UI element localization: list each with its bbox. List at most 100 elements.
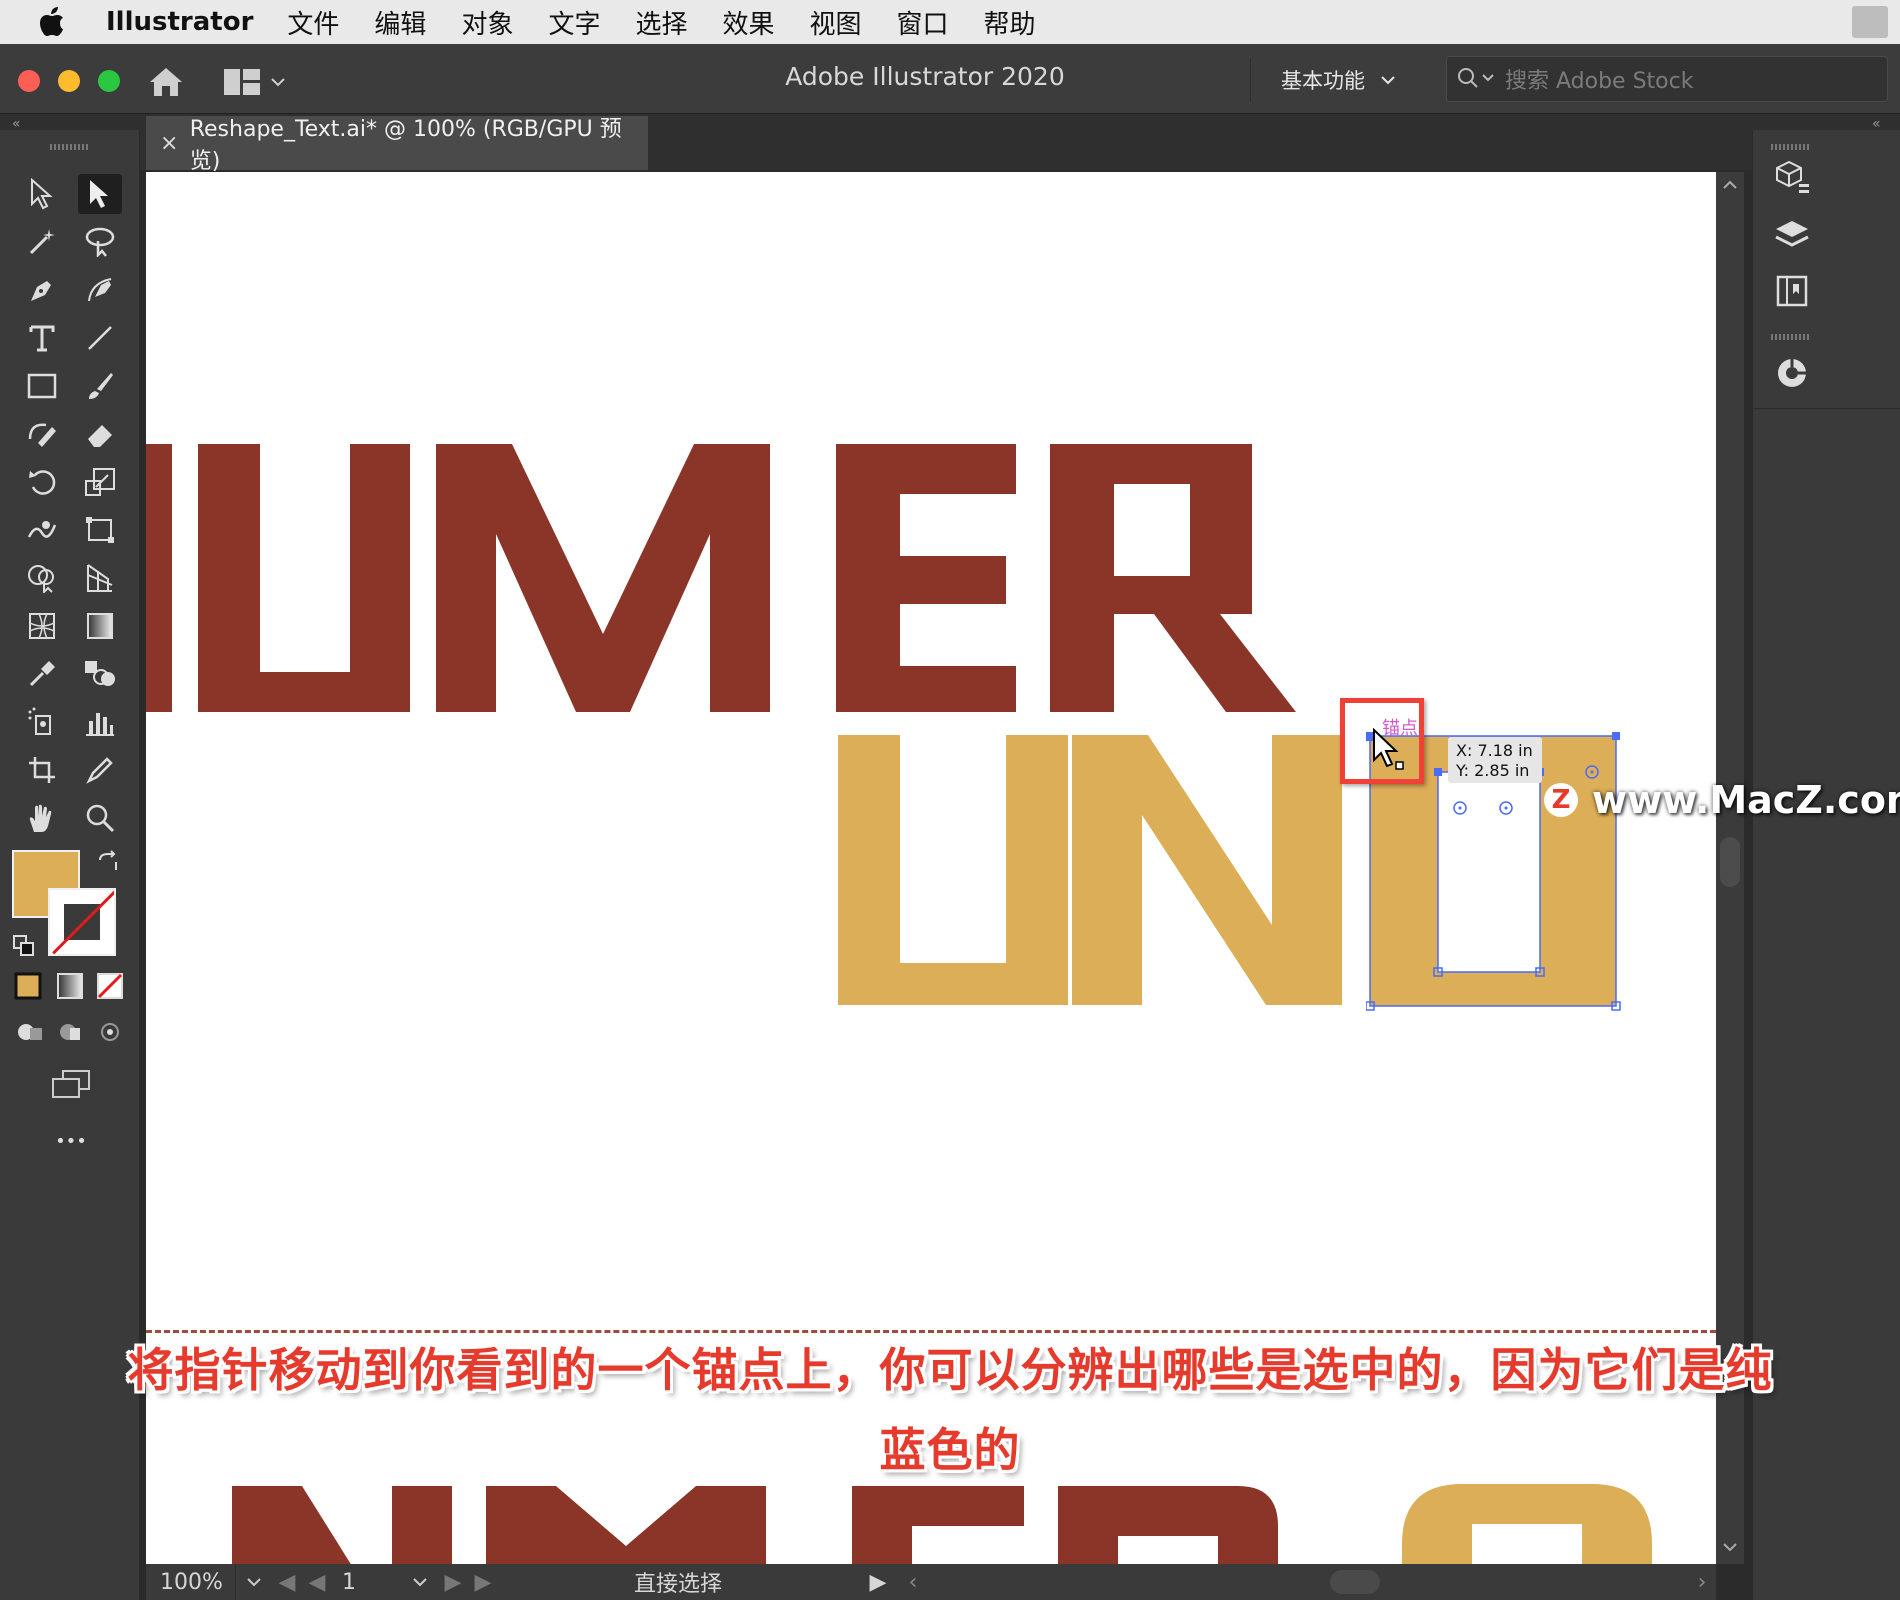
default-fill-stroke-icon[interactable] bbox=[4, 926, 44, 966]
arrange-documents-button[interactable] bbox=[224, 62, 304, 102]
close-tab-icon[interactable]: × bbox=[160, 131, 190, 156]
horizontal-scroll-thumb[interactable] bbox=[1330, 1570, 1380, 1594]
panel-grip[interactable] bbox=[1771, 334, 1811, 340]
curvature-icon[interactable] bbox=[78, 270, 122, 310]
draw-inside-icon[interactable] bbox=[90, 1014, 130, 1050]
panel-grip[interactable] bbox=[50, 144, 90, 150]
blend-icon[interactable] bbox=[78, 654, 122, 694]
scroll-down-icon[interactable] bbox=[1722, 1542, 1738, 1552]
status-menu-icon[interactable]: ▶ bbox=[858, 1564, 898, 1600]
glyph-m-bottom[interactable] bbox=[486, 1486, 766, 1564]
glyph-e-bottom[interactable] bbox=[852, 1486, 1024, 1564]
scroll-up-icon[interactable] bbox=[1722, 180, 1738, 190]
stock-search-field[interactable]: 搜索 Adobe Stock bbox=[1446, 56, 1888, 102]
warp-icon[interactable] bbox=[20, 510, 64, 550]
lasso-icon[interactable] bbox=[78, 222, 122, 262]
menu-extra-icon[interactable] bbox=[1852, 6, 1888, 38]
stroke-color-swatch[interactable] bbox=[48, 888, 116, 956]
color-mode-button[interactable] bbox=[8, 966, 48, 1006]
hand-icon[interactable] bbox=[20, 798, 64, 838]
zoom-icon[interactable] bbox=[78, 798, 122, 838]
last-artboard-icon[interactable]: ▶ bbox=[468, 1564, 498, 1600]
line-icon[interactable] bbox=[78, 318, 122, 358]
edit-toolbar-icon[interactable]: ••• bbox=[46, 1126, 96, 1156]
properties-panel-icon[interactable] bbox=[1753, 154, 1831, 204]
type-icon[interactable] bbox=[20, 318, 64, 358]
symbol-sprayer-icon[interactable] bbox=[20, 702, 64, 742]
glyph-i[interactable] bbox=[146, 444, 172, 712]
draw-behind-icon[interactable] bbox=[50, 1014, 90, 1050]
menu-view[interactable]: 视图 bbox=[810, 4, 862, 41]
perspective-icon[interactable] bbox=[78, 558, 122, 598]
layout-grid-icon bbox=[224, 69, 260, 95]
scrollbar-thumb[interactable] bbox=[1720, 837, 1740, 887]
artboard-icon[interactable] bbox=[20, 750, 64, 790]
first-artboard-icon[interactable]: ◀ bbox=[272, 1564, 302, 1600]
screen-mode-icon[interactable] bbox=[46, 1064, 96, 1104]
layers-panel-icon[interactable] bbox=[1753, 210, 1831, 260]
free-transform-icon[interactable] bbox=[78, 510, 122, 550]
apple-menu-icon[interactable] bbox=[22, 0, 82, 44]
selection-tool-icon[interactable] bbox=[20, 174, 64, 214]
slice-icon[interactable] bbox=[78, 750, 122, 790]
menu-select[interactable]: 选择 bbox=[635, 4, 687, 41]
coordinate-tooltip: X: 7.18 in Y: 2.85 in bbox=[1448, 737, 1542, 783]
workspace-dropdown[interactable]: 基本功能 bbox=[1250, 58, 1410, 102]
app-menu[interactable]: Illustrator bbox=[106, 7, 253, 37]
shaper-icon[interactable] bbox=[20, 414, 64, 454]
gradient-mode-button[interactable] bbox=[50, 966, 90, 1006]
close-window-button[interactable] bbox=[18, 70, 40, 92]
glyph-r-bottom[interactable] bbox=[1058, 1486, 1278, 1564]
mesh-icon[interactable] bbox=[20, 606, 64, 646]
recolor-panel-icon[interactable] bbox=[1753, 348, 1831, 398]
rectangle-icon[interactable] bbox=[20, 366, 64, 406]
scroll-left-icon[interactable]: ‹ bbox=[898, 1564, 928, 1600]
search-icon bbox=[1457, 64, 1505, 94]
zoom-level-field[interactable]: 100% bbox=[146, 1564, 236, 1600]
current-tool-label: 直接选择 bbox=[633, 1572, 722, 1597]
direct-selection-tool-icon[interactable] bbox=[78, 174, 122, 214]
gradient-icon[interactable] bbox=[78, 606, 122, 646]
minimize-window-button[interactable] bbox=[58, 70, 80, 92]
glyph-u-gold[interactable] bbox=[838, 735, 1068, 1005]
menu-window[interactable]: 窗口 bbox=[897, 4, 949, 41]
artboard-dropdown-icon[interactable] bbox=[402, 1564, 438, 1600]
rotate-icon[interactable] bbox=[20, 462, 64, 502]
menu-file[interactable]: 文件 bbox=[287, 4, 339, 41]
previous-artboard-icon[interactable]: ◀ bbox=[302, 1564, 332, 1600]
glyph-n-gold[interactable] bbox=[1072, 735, 1342, 1005]
shape-builder-icon[interactable] bbox=[20, 558, 64, 598]
eyedropper-icon[interactable] bbox=[20, 654, 64, 694]
magic-wand-icon[interactable] bbox=[20, 222, 64, 262]
menu-object[interactable]: 对象 bbox=[461, 4, 513, 41]
zoom-dropdown-icon[interactable] bbox=[236, 1564, 272, 1600]
zoom-window-button[interactable] bbox=[98, 70, 120, 92]
glyph-u-right[interactable] bbox=[350, 444, 410, 712]
column-graph-icon[interactable] bbox=[78, 702, 122, 742]
glyph-m[interactable] bbox=[436, 444, 770, 712]
glyph-n-bottom[interactable] bbox=[232, 1486, 452, 1564]
menu-type[interactable]: 文字 bbox=[548, 4, 600, 41]
pen-icon[interactable] bbox=[20, 270, 64, 310]
direct-select-cursor-icon bbox=[1373, 728, 1404, 770]
none-mode-button[interactable] bbox=[90, 966, 130, 1006]
menu-effect[interactable]: 效果 bbox=[722, 4, 774, 41]
paintbrush-icon[interactable] bbox=[78, 366, 122, 406]
scale-icon[interactable] bbox=[78, 462, 122, 502]
home-icon[interactable] bbox=[146, 62, 186, 102]
draw-normal-icon[interactable] bbox=[10, 1014, 50, 1050]
artboard-number-field[interactable]: 1 bbox=[332, 1564, 402, 1600]
swap-fill-stroke-icon[interactable] bbox=[88, 842, 128, 882]
document-tab[interactable]: × Reshape_Text.ai* @ 100% (RGB/GPU 预览) bbox=[146, 116, 648, 174]
next-artboard-icon[interactable]: ▶ bbox=[438, 1564, 468, 1600]
panel-grip[interactable] bbox=[1771, 144, 1811, 150]
current-tool-status[interactable]: 直接选择 bbox=[498, 1564, 858, 1600]
glyph-e[interactable] bbox=[836, 444, 1016, 712]
menu-help[interactable]: 帮助 bbox=[984, 4, 1036, 41]
menu-edit[interactable]: 编辑 bbox=[374, 4, 426, 41]
libraries-panel-icon[interactable] bbox=[1753, 266, 1831, 316]
glyph-r[interactable] bbox=[1050, 444, 1296, 712]
glyph-o-bottom[interactable] bbox=[1402, 1484, 1652, 1564]
eraser-icon[interactable] bbox=[78, 414, 122, 454]
scroll-right-icon[interactable]: › bbox=[1690, 1564, 1714, 1600]
